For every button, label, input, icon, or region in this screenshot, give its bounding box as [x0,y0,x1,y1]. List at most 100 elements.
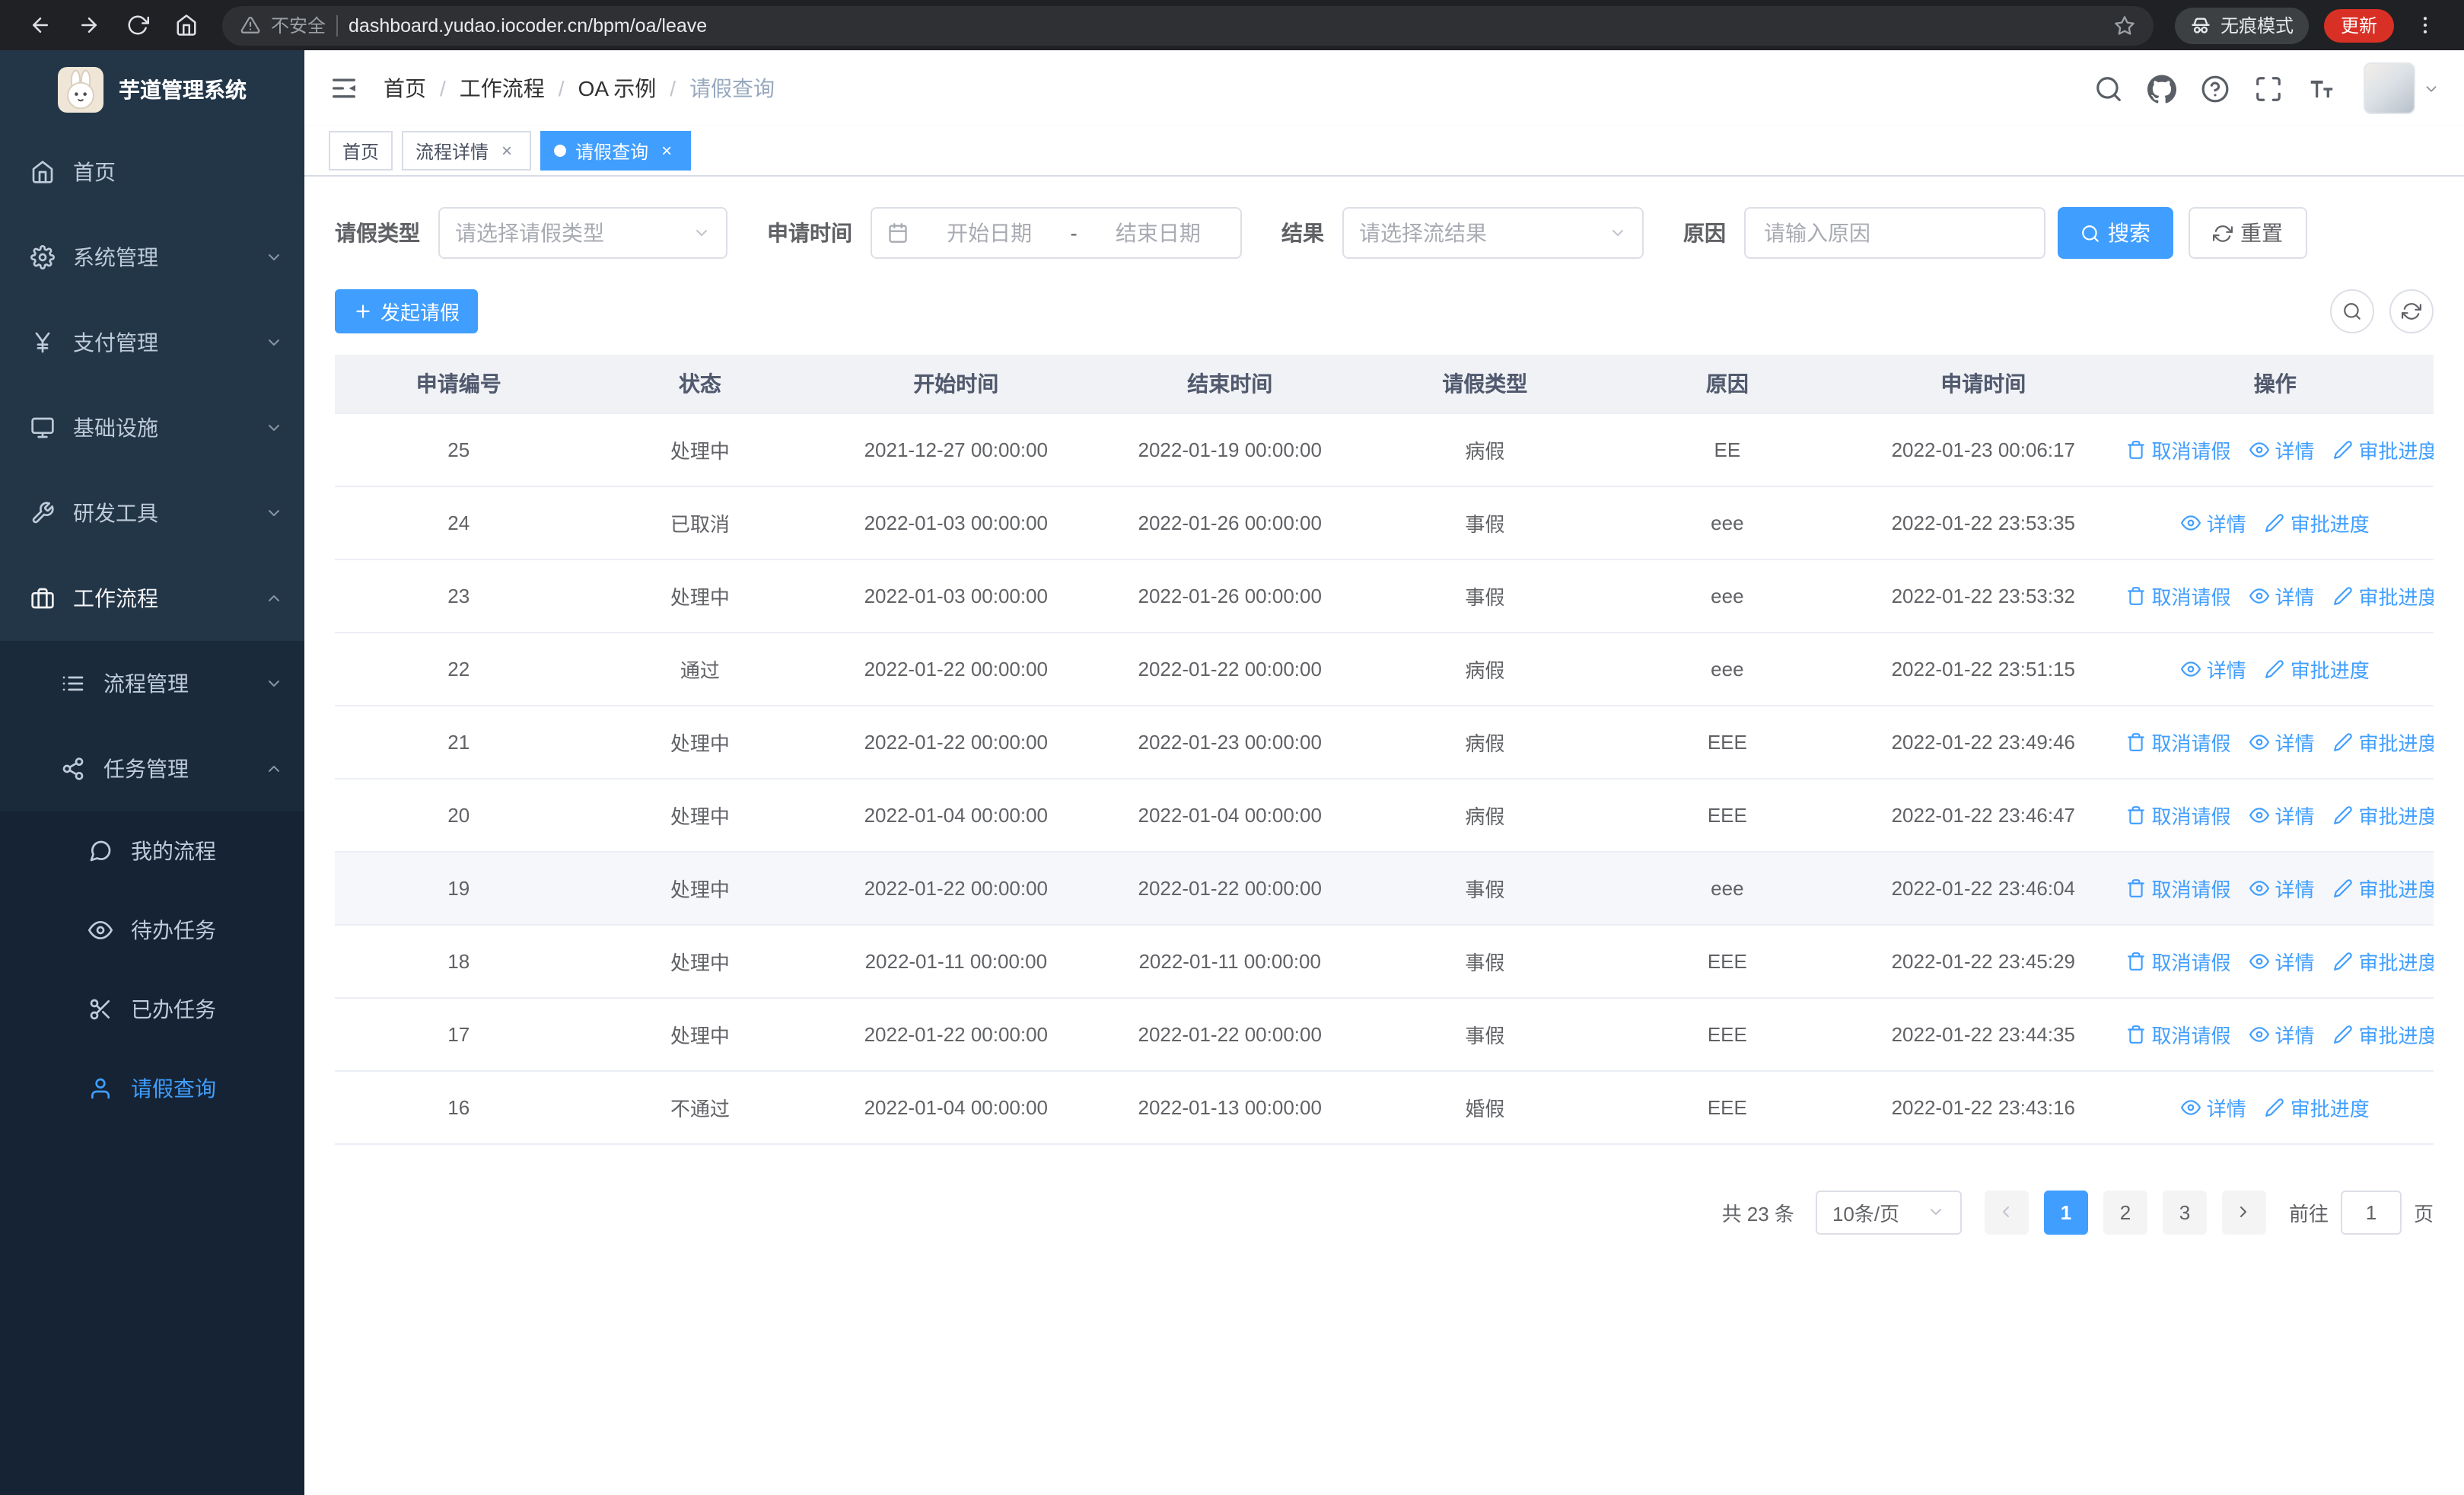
refresh-icon [2213,223,2233,243]
cell-actions: 取消请假 详情 审批进度 [2116,778,2434,852]
progress-link[interactable]: 审批进度 [2333,435,2434,464]
sidebar-item-system[interactable]: 系统管理 [0,215,304,300]
url-text[interactable]: dashboard.yudao.iocoder.cn/bpm/oa/leave [349,14,2103,36]
breadcrumb-item[interactable]: OA 示例 [578,73,657,104]
browser-forward-icon[interactable] [68,5,108,45]
cancel-link[interactable]: 取消请假 [2125,800,2230,829]
detail-link-label: 详情 [2275,439,2315,462]
create-leave-button[interactable]: 发起请假 [335,289,479,333]
reset-button[interactable]: 重置 [2189,207,2307,259]
sidebar-item-payment[interactable]: 支付管理 [0,300,304,385]
search-icon[interactable] [2094,74,2123,103]
browser-update-button[interactable]: 更新 [2323,8,2394,42]
sidebar-item-task-mgmt[interactable]: 任务管理 [0,726,304,811]
help-icon[interactable] [2201,74,2230,103]
cancel-link[interactable]: 取消请假 [2125,946,2230,975]
leave-type-select[interactable]: 请选择请假类型 [438,207,727,259]
logo[interactable]: 芋道管理系统 [0,50,304,129]
result-select[interactable]: 请选择流结果 [1342,207,1644,259]
cell-status: 处理中 [582,778,818,852]
sidebar-item-leave-query[interactable]: 请假查询 [0,1049,304,1128]
cancel-link[interactable]: 取消请假 [2125,727,2230,756]
detail-link[interactable]: 详情 [2180,654,2246,683]
tab-0[interactable]: 首页 [329,131,393,171]
progress-link[interactable]: 审批进度 [2265,508,2370,537]
detail-link[interactable]: 详情 [2249,1019,2315,1048]
page-button-2[interactable]: 2 [2103,1190,2147,1234]
detail-link[interactable]: 详情 [2180,508,2246,537]
cell-apply-time: 2022-01-22 23:46:47 [1850,778,2117,852]
progress-link[interactable]: 审批进度 [2333,581,2434,610]
cancel-link[interactable]: 取消请假 [2125,581,2230,610]
cell-reason: eee [1604,486,1851,559]
sidebar-item-process-mgmt[interactable]: 流程管理 [0,641,304,726]
cell-actions: 取消请假 详情 审批进度 [2116,413,2434,486]
trash-icon [2125,585,2145,605]
edit-icon [2333,951,2353,971]
goto-page-input[interactable] [2340,1190,2402,1234]
tab-close-icon[interactable]: × [656,140,677,161]
edit-icon [2265,658,2284,678]
next-page-button[interactable] [2221,1190,2266,1234]
tab-close-icon[interactable]: × [496,140,517,161]
cancel-link[interactable]: 取消请假 [2125,435,2230,464]
progress-link[interactable]: 审批进度 [2333,873,2434,902]
cell-apply-time: 2022-01-22 23:44:35 [1850,997,2117,1071]
detail-link[interactable]: 详情 [2249,800,2315,829]
progress-link-label: 审批进度 [2358,439,2434,462]
sidebar-item-todo-task[interactable]: 待办任务 [0,891,304,970]
browser-menu-icon[interactable] [2405,5,2444,45]
tab-1[interactable]: 流程详情 × [402,131,532,171]
detail-link[interactable]: 详情 [2249,435,2315,464]
sidebar-item-done-task[interactable]: 已办任务 [0,970,304,1049]
detail-link[interactable]: 详情 [2180,1092,2246,1121]
progress-link[interactable]: 审批进度 [2333,800,2434,829]
security-label[interactable]: 不安全 [271,12,326,38]
fullscreen-icon[interactable] [2254,74,2283,103]
detail-link[interactable]: 详情 [2249,727,2315,756]
sidebar-item-workflow[interactable]: 工作流程 [0,556,304,641]
user-avatar[interactable] [2364,62,2440,114]
progress-link[interactable]: 审批进度 [2265,654,2370,683]
sidebar-item-infrastructure[interactable]: 基础设施 [0,385,304,470]
progress-link-label: 审批进度 [2358,951,2434,974]
apply-time-range-picker[interactable]: 开始日期 - 结束日期 [871,207,1242,259]
progress-link[interactable]: 审批进度 [2333,946,2434,975]
bookmark-star-icon[interactable] [2114,14,2135,36]
detail-link[interactable]: 详情 [2249,873,2315,902]
github-icon[interactable] [2147,74,2176,103]
progress-link[interactable]: 审批进度 [2265,1092,2370,1121]
browser-reload-icon[interactable] [117,5,157,45]
font-size-icon[interactable] [2307,74,2336,103]
detail-link[interactable]: 详情 [2249,946,2315,975]
breadcrumb-item[interactable]: 工作流程 [460,73,545,104]
search-button[interactable]: 搜索 [2058,207,2173,259]
cell-id: 20 [335,778,583,852]
sidebar-menu: 首页 系统管理 支付管理 基础设施 研发工具 工作流程 流程管理 任务管理 我的流程 待办任务 已办… [0,129,304,1128]
cancel-link[interactable]: 取消请假 [2125,873,2230,902]
sidebar-collapse-icon[interactable] [329,73,359,104]
sidebar-item-devtools[interactable]: 研发工具 [0,470,304,556]
page-button-3[interactable]: 3 [2162,1190,2207,1234]
breadcrumb-item[interactable]: 首页 [384,73,426,104]
prev-page-button[interactable] [1984,1190,2029,1234]
sidebar: 芋道管理系统 首页 系统管理 支付管理 基础设施 研发工具 工作流程 流程管理 任务管理 我的流… [0,50,304,1495]
refresh-table-button[interactable] [2389,289,2434,333]
toggle-search-button[interactable] [2330,289,2374,333]
cell-apply-time: 2022-01-22 23:53:32 [1850,559,2117,633]
sidebar-item-home[interactable]: 首页 [0,129,304,215]
detail-link[interactable]: 详情 [2249,581,2315,610]
chevron-right-icon [2235,1203,2253,1221]
progress-link[interactable]: 审批进度 [2333,727,2434,756]
address-bar[interactable]: 不安全 dashboard.yudao.iocoder.cn/bpm/oa/le… [222,5,2154,45]
page-button-1[interactable]: 1 [2043,1190,2088,1234]
browser-home-icon[interactable] [166,5,205,45]
table-row: 16 不通过 2022-01-04 00:00:00 2022-01-13 00:00… [335,1070,2434,1144]
cancel-link[interactable]: 取消请假 [2125,1019,2230,1048]
browser-back-icon[interactable] [20,5,59,45]
progress-link[interactable]: 审批进度 [2333,1019,2434,1048]
reason-input[interactable] [1744,207,2045,259]
page-size-select[interactable]: 10条/页 [1815,1190,1962,1234]
tab-2[interactable]: 请假查询 × [540,131,692,171]
sidebar-item-my-process[interactable]: 我的流程 [0,811,304,891]
